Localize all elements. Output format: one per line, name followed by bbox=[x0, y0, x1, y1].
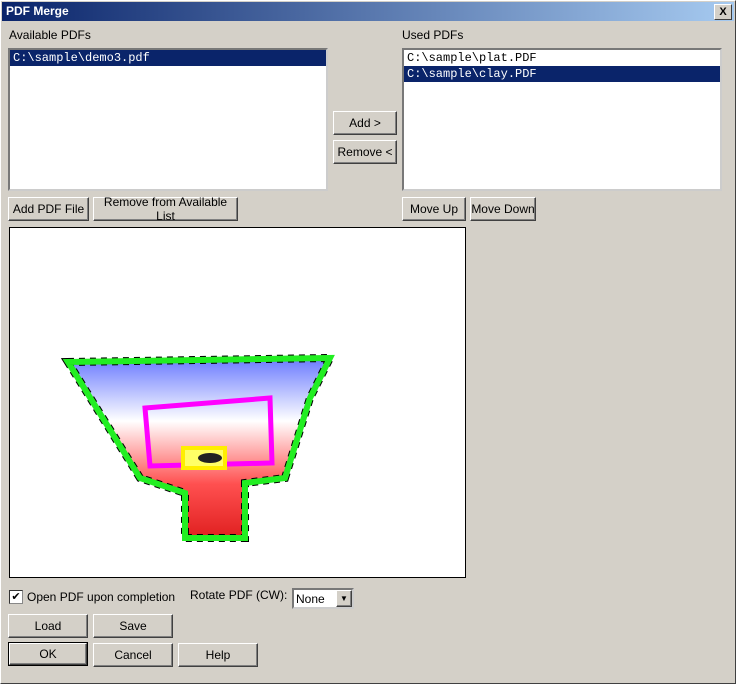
move-up-button[interactable]: Move Up bbox=[402, 197, 466, 221]
load-button[interactable]: Load bbox=[8, 614, 88, 638]
used-pdfs-list[interactable]: C:\sample\plat.PDF C:\sample\clay.PDF bbox=[402, 48, 722, 191]
rotate-value: None bbox=[296, 592, 325, 606]
help-button[interactable]: Help bbox=[178, 643, 258, 667]
list-item[interactable]: C:\sample\plat.PDF bbox=[404, 50, 720, 66]
chevron-down-icon[interactable]: ▼ bbox=[336, 590, 352, 607]
rotate-pdf-label: Rotate PDF (CW): bbox=[190, 588, 288, 602]
list-item[interactable]: C:\sample\clay.PDF bbox=[404, 66, 720, 82]
move-down-button[interactable]: Move Down bbox=[470, 197, 536, 221]
open-pdf-label: Open PDF upon completion bbox=[27, 590, 176, 604]
add-button[interactable]: Add > bbox=[333, 111, 397, 135]
check-icon: ✔ bbox=[11, 591, 21, 603]
available-pdfs-list[interactable]: C:\sample\demo3.pdf bbox=[8, 48, 328, 191]
preview-image bbox=[60, 353, 337, 542]
window-title: PDF Merge bbox=[6, 4, 69, 18]
remove-from-available-button[interactable]: Remove from Available List bbox=[93, 195, 238, 223]
ok-button[interactable]: OK bbox=[8, 642, 88, 666]
add-pdf-file-button[interactable]: Add PDF File bbox=[8, 197, 89, 221]
open-pdf-checkbox[interactable]: ✔ bbox=[9, 590, 23, 604]
list-item[interactable]: C:\sample\demo3.pdf bbox=[10, 50, 326, 66]
cancel-button[interactable]: Cancel bbox=[93, 643, 173, 667]
save-button[interactable]: Save bbox=[93, 614, 173, 638]
pdf-preview bbox=[9, 227, 466, 578]
remove-button[interactable]: Remove < bbox=[333, 140, 397, 164]
close-icon[interactable]: X bbox=[714, 4, 732, 20]
used-pdfs-label: Used PDFs bbox=[402, 28, 464, 42]
rotate-pdf-select[interactable]: None ▼ bbox=[292, 588, 354, 609]
available-pdfs-label: Available PDFs bbox=[9, 28, 91, 42]
title-bar: PDF Merge bbox=[2, 2, 734, 21]
